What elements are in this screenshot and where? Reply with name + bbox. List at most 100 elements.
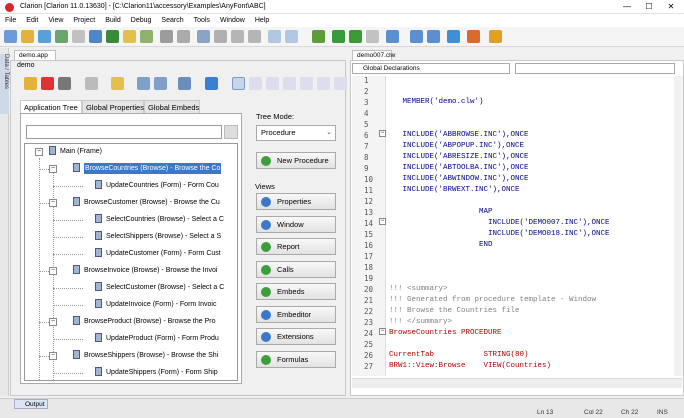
- save-icon[interactable]: [160, 30, 173, 43]
- tab-global-properties[interactable]: Global Properties: [82, 100, 144, 113]
- align-icon[interactable]: [447, 30, 460, 43]
- menu-debug[interactable]: Debug: [126, 14, 157, 27]
- menu-file[interactable]: File: [0, 14, 21, 27]
- properties-icon[interactable]: [178, 77, 191, 90]
- menu-window[interactable]: Window: [215, 14, 250, 27]
- tree-item-updatecustomer[interactable]: UpdateCustomer (Form) - Form Cust: [95, 247, 221, 261]
- fold-toggle[interactable]: −: [379, 218, 386, 225]
- tree-item-browseshippers[interactable]: BrowseShippers (Browse) - Browse the Shi: [73, 349, 218, 363]
- delete-icon[interactable]: [41, 77, 54, 90]
- tree-item-updateshippers[interactable]: UpdateShippers (Form) - Form Ship: [95, 366, 218, 380]
- tree-item-selectshippers[interactable]: SelectShippers (Browse) - Select a S: [95, 230, 221, 244]
- horizontal-scrollbar[interactable]: [352, 378, 682, 388]
- format-icon[interactable]: [467, 30, 480, 43]
- tree-item-browsecountries[interactable]: BrowseCountries (Browse) - Browse the Co: [73, 162, 222, 176]
- search-icon[interactable]: [224, 125, 238, 139]
- report-button[interactable]: Report: [256, 238, 336, 255]
- member-combo[interactable]: [515, 63, 675, 74]
- view-tree-icon[interactable]: [232, 77, 245, 90]
- dictionary-icon[interactable]: [89, 30, 102, 43]
- properties-button[interactable]: Properties: [256, 193, 336, 210]
- import-icon[interactable]: [72, 30, 85, 43]
- extensions-button[interactable]: Extensions: [256, 328, 336, 345]
- toggle-browsecountries[interactable]: −: [49, 165, 57, 173]
- formulas-button[interactable]: Formulas: [256, 351, 336, 368]
- new-solution-icon[interactable]: [38, 30, 51, 43]
- toggle-browseshippers[interactable]: −: [49, 352, 57, 360]
- debug-run-icon[interactable]: [349, 30, 362, 43]
- open-solution-icon[interactable]: [55, 30, 68, 43]
- tree-item-updatecountries[interactable]: UpdateCountries (Form) - Form Cou: [95, 179, 219, 193]
- tree-item-updateinvoice[interactable]: UpdateInvoice (Form) - Form Invoic: [95, 298, 216, 312]
- open-file-icon[interactable]: [21, 30, 34, 43]
- folder-icon[interactable]: [123, 30, 136, 43]
- module-icon[interactable]: [111, 77, 124, 90]
- close-button[interactable]: ✕: [660, 0, 682, 14]
- menu-tools[interactable]: Tools: [189, 14, 215, 27]
- tab-global-embeds[interactable]: Global Embeds: [144, 100, 200, 113]
- expand-icon[interactable]: [137, 77, 150, 90]
- calls-button[interactable]: Calls: [256, 261, 336, 278]
- options-icon[interactable]: [489, 30, 502, 43]
- menu-build[interactable]: Build: [100, 14, 126, 27]
- tree-item-browseproduct[interactable]: BrowseProduct (Browse) - Browse the Pro: [73, 315, 216, 329]
- view-modules-icon[interactable]: [283, 77, 296, 90]
- data-tables-tab[interactable]: Data / Tables: [0, 54, 9, 114]
- tree-item-selectcustomer[interactable]: SelectCustomer (Browse) - Select a C: [95, 281, 224, 295]
- collapse-root-toggle[interactable]: −: [35, 148, 43, 156]
- output-tab[interactable]: Output: [14, 399, 48, 409]
- embeds-button[interactable]: Embeds: [256, 283, 336, 300]
- print-icon[interactable]: [197, 30, 210, 43]
- redo-icon[interactable]: [285, 30, 298, 43]
- new-procedure-button[interactable]: New Procedure: [256, 152, 336, 169]
- menu-view[interactable]: View: [43, 14, 68, 27]
- fold-toggle[interactable]: −: [379, 130, 386, 137]
- menu-search[interactable]: Search: [156, 14, 188, 27]
- fold-toggle[interactable]: −: [379, 328, 386, 335]
- tree-item-browsecustomer[interactable]: BrowseCustomer (Browse) - Browse the Cu: [73, 196, 220, 210]
- tree-item-updateproduct[interactable]: UpdateProduct (Form) - Form Produ: [95, 332, 219, 346]
- view-details-icon[interactable]: [266, 77, 279, 90]
- app-icon-button[interactable]: [106, 30, 119, 43]
- tree-item-browseinvoice[interactable]: BrowseInvoice (Browse) - Browse the Invo…: [73, 264, 217, 278]
- menu-help[interactable]: Help: [250, 14, 274, 27]
- tree-mode-select[interactable]: Procedure ⌄: [256, 125, 336, 141]
- tab-application-tree[interactable]: Application Tree: [20, 100, 82, 114]
- copy-icon[interactable]: [231, 30, 244, 43]
- view-templates-icon[interactable]: [300, 77, 313, 90]
- save-all-icon[interactable]: [177, 30, 190, 43]
- scope-combo[interactable]: Global Declarations: [352, 63, 510, 74]
- undo-icon[interactable]: [268, 30, 281, 43]
- tree-item-selectcountries[interactable]: SelectCountries (Browse) - Select a C: [95, 213, 224, 227]
- cut-icon[interactable]: [214, 30, 227, 43]
- navigate-back-icon[interactable]: [386, 30, 399, 43]
- indent-icon[interactable]: [427, 30, 440, 43]
- window-button[interactable]: Window: [256, 216, 336, 233]
- minimize-button[interactable]: —: [616, 0, 638, 14]
- maximize-button[interactable]: ☐: [638, 0, 660, 14]
- copy-proc-icon[interactable]: [85, 77, 98, 90]
- generate-icon[interactable]: [312, 30, 325, 43]
- menu-edit[interactable]: Edit: [21, 14, 43, 27]
- run-icon[interactable]: [332, 30, 345, 43]
- tree-search-input[interactable]: [26, 125, 222, 139]
- refresh-icon[interactable]: [205, 77, 218, 90]
- tree-root[interactable]: Main (Frame): [49, 145, 102, 159]
- new-file-icon[interactable]: [4, 30, 17, 43]
- add-icon[interactable]: [140, 30, 153, 43]
- paste-icon[interactable]: [248, 30, 261, 43]
- toggle-browseproduct[interactable]: −: [49, 318, 57, 326]
- bookmark-icon[interactable]: [410, 30, 423, 43]
- menu-project[interactable]: Project: [68, 14, 100, 27]
- code-editor[interactable]: [350, 60, 684, 396]
- build-icon[interactable]: [366, 30, 379, 43]
- new-procedure-icon[interactable]: [24, 77, 37, 90]
- toggle-browsecustomer[interactable]: −: [49, 199, 57, 207]
- toggle-browseinvoice[interactable]: −: [49, 267, 57, 275]
- embeditor-button[interactable]: Embeditor: [256, 306, 336, 323]
- view-calls-icon[interactable]: [334, 77, 347, 90]
- vertical-scrollbar[interactable]: [674, 76, 683, 376]
- save-app-icon[interactable]: [58, 77, 71, 90]
- view-embeds-icon[interactable]: [317, 77, 330, 90]
- view-list-icon[interactable]: [249, 77, 262, 90]
